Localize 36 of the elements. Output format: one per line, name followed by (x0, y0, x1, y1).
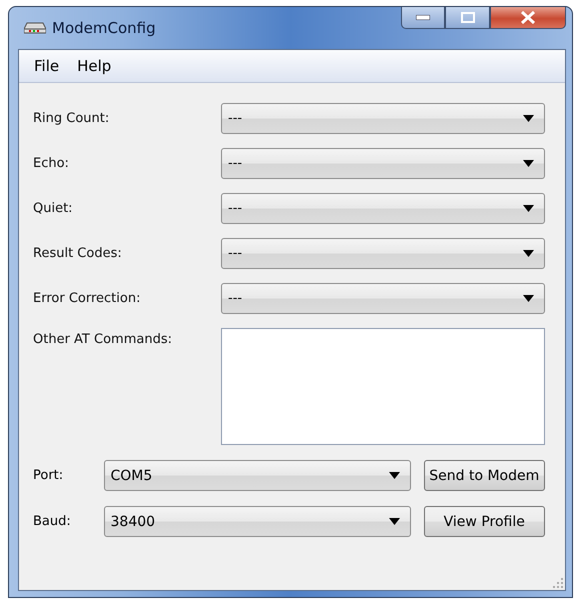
action-button[interactable]: View Profile (424, 506, 545, 537)
caret-icon (388, 472, 400, 479)
resize-grip-icon (553, 578, 563, 588)
dropdown[interactable]: 38400 (104, 506, 410, 537)
dropdown[interactable]: COM5 (104, 460, 410, 491)
close-icon (520, 11, 536, 24)
minimize-button[interactable] (401, 7, 445, 29)
caret-icon (523, 160, 534, 167)
close-button[interactable] (490, 7, 566, 29)
maximize-icon (460, 12, 474, 23)
dropdown[interactable]: --- (221, 148, 545, 179)
minimize-icon (416, 15, 430, 20)
field-label: Baud: (33, 514, 72, 529)
field-label: Result Codes: (33, 246, 123, 261)
field-label: Ring Count: (33, 111, 110, 126)
caret-icon (523, 205, 534, 212)
maximize-button[interactable] (445, 7, 490, 29)
caret-icon (523, 295, 534, 302)
dropdown[interactable]: --- (221, 283, 545, 314)
dropdown[interactable]: --- (221, 238, 545, 269)
commands-textarea[interactable] (221, 328, 545, 445)
field-label: Quiet: (33, 201, 74, 216)
menu-item[interactable]: File (25, 55, 68, 77)
dropdown[interactable]: --- (221, 103, 545, 134)
field-label: Error Correction: (33, 291, 142, 306)
field-label: Echo: (33, 156, 70, 171)
menu-item[interactable]: Help (68, 55, 120, 77)
field-label: Port: (33, 468, 64, 483)
action-button[interactable]: Send to Modem (424, 460, 545, 491)
window-title: ModemConfig (52, 19, 156, 37)
modem-icon (24, 22, 46, 34)
caret-icon (523, 250, 534, 257)
caret-icon (523, 115, 534, 122)
caret-icon (388, 518, 400, 525)
dropdown[interactable]: --- (221, 193, 545, 224)
field-label: Other AT Commands: (33, 331, 173, 347)
